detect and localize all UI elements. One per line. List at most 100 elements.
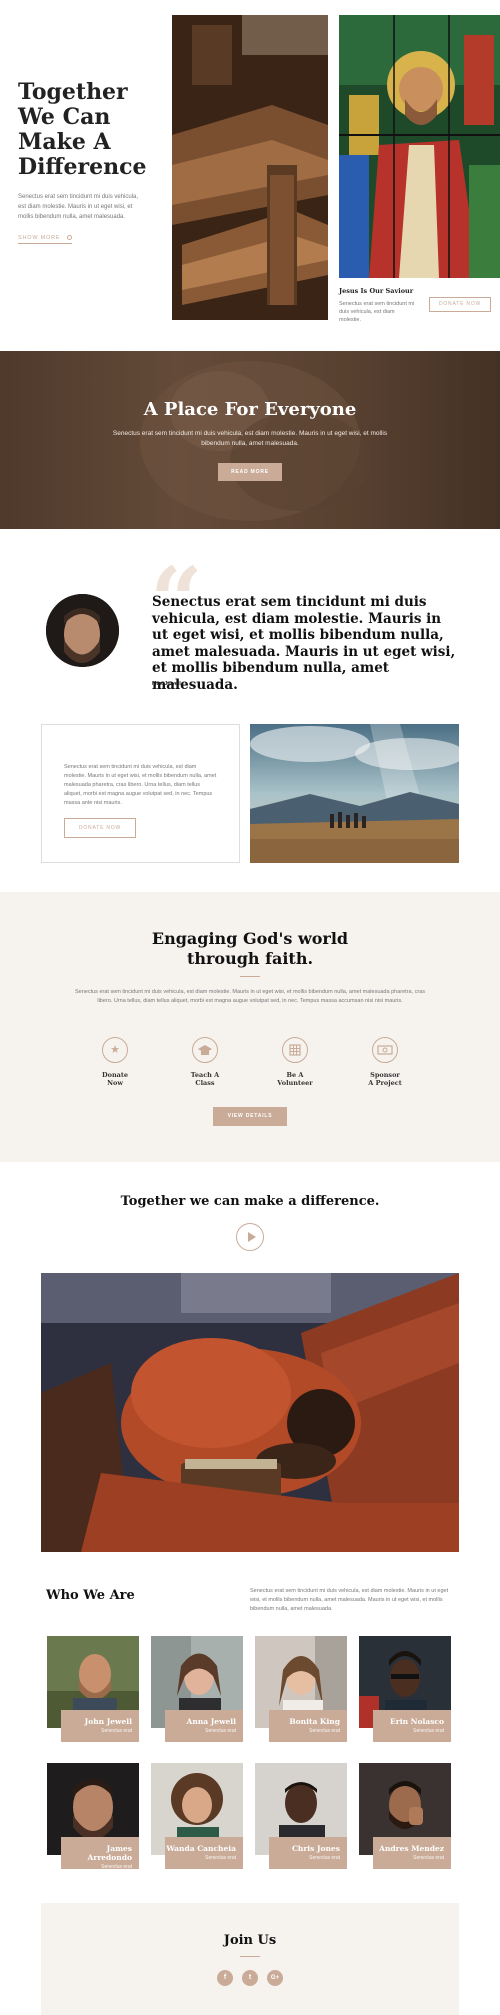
member-tag: Chris Jones Senectus erat (269, 1837, 347, 1869)
feature-label: Sponsor A Project (353, 1071, 417, 1087)
hero-title-line: Together (18, 79, 128, 105)
google-plus-icon[interactable]: G+ (267, 1970, 283, 1986)
feature-label-line: A Project (368, 1079, 402, 1087)
member-role: Senectus erat (101, 1864, 132, 1870)
team-member-card[interactable]: John Jewell Senectus erat (47, 1636, 139, 1742)
twitter-glyph: t (248, 1974, 252, 1981)
feature-donate-now[interactable]: ★ Donate Now (83, 1037, 147, 1087)
feature-label-line: Sponsor (370, 1071, 400, 1079)
donate-box-body: Senectus erat sem tincidunt mi duis vehi… (64, 764, 217, 806)
member-name: James Arredondo (87, 1844, 132, 1862)
join-section: Join Us f t G+ (41, 1903, 459, 2015)
join-divider (240, 1956, 260, 1957)
graduation-cap-icon (192, 1037, 218, 1063)
feature-label-line: Class (195, 1079, 215, 1087)
show-more-link[interactable]: SHOW MORE (18, 235, 72, 244)
pews-illustration (172, 15, 328, 320)
banner-section: A Place For Everyone Senectus erat sem t… (0, 351, 500, 529)
member-tag: Wanda Cancheia Senectus erat (165, 1837, 243, 1869)
member-role: Senectus erat (205, 1855, 236, 1861)
member-name: Andres Mendez (379, 1844, 444, 1853)
video-title: Together we can make a difference. (120, 1194, 380, 1209)
banner-body: Senectus erat sem tincidunt mi duis vehi… (112, 430, 388, 447)
quote-avatar (46, 594, 119, 667)
mountain-sunrays-illustration (250, 724, 459, 863)
hero-title-line: We Can (18, 104, 111, 130)
play-button[interactable] (236, 1223, 264, 1251)
member-role: Senectus erat (309, 1728, 340, 1734)
quote-author: Max Jewell (152, 681, 181, 687)
hero-title: Together We Can Make A Difference (18, 80, 158, 180)
member-name: Chris Jones (291, 1844, 340, 1853)
feature-label: Teach A Class (173, 1071, 237, 1087)
google-plus-glyph: G+ (270, 1975, 280, 1981)
team-body: Senectus erat sem tincidunt mi duis vehi… (250, 1588, 449, 1612)
feature-label-line: Volunteer (277, 1079, 313, 1087)
team-member-card[interactable]: Wanda Cancheia Senectus erat (151, 1763, 243, 1869)
member-tag: Andres Mendez Senectus erat (373, 1837, 451, 1869)
bearded-man-portrait (46, 594, 119, 667)
graduation-cap-glyph (198, 1045, 212, 1055)
member-role: Senectus erat (309, 1855, 340, 1861)
member-role: Senectus erat (413, 1728, 444, 1734)
card-title: Jesus Is Our Saviour (339, 287, 414, 295)
member-tag: Bonita King Senectus erat (269, 1710, 347, 1742)
praying-man-illustration (41, 1273, 459, 1552)
member-name: Anna Jewell (186, 1717, 236, 1726)
show-more-label: SHOW MORE (18, 235, 61, 241)
hero-title-line: Make A (18, 129, 111, 155)
circle-arrow-icon (66, 235, 72, 241)
engage-title-line: Engaging God's world (151, 929, 349, 948)
donate-box: Senectus erat sem tincidunt mi duis vehi… (41, 724, 240, 863)
facebook-icon[interactable]: f (217, 1970, 233, 1986)
join-title: Join Us (223, 1933, 277, 1948)
donate-now-button[interactable]: DONATE NOW (429, 297, 491, 312)
team-member-card[interactable]: James Arredondo Senectus erat (47, 1763, 139, 1870)
feature-label-line: Teach A (190, 1071, 220, 1079)
member-role: Senectus erat (101, 1728, 132, 1734)
landscape-image (250, 724, 459, 863)
engage-title: Engaging God's world through faith. (0, 929, 500, 969)
play-icon (248, 1232, 256, 1242)
member-name: Bonita King (289, 1717, 340, 1726)
donate-box-button[interactable]: DONATE NOW (64, 818, 136, 838)
calendar-grid-glyph (289, 1044, 301, 1056)
feature-teach-class[interactable]: Teach A Class (173, 1037, 237, 1087)
feature-label-line: Donate (101, 1071, 129, 1079)
quote-text: Senectus erat sem tincidunt mi duis vehi… (152, 594, 456, 693)
team-member-card[interactable]: Erin Nolasco Senectus erat (359, 1636, 451, 1742)
read-more-button[interactable]: READ MORE (218, 463, 282, 481)
star-icon: ★ (102, 1037, 128, 1063)
card-body: Senectus erat sem tincidunt mi duis vehi… (339, 301, 415, 323)
hero-title-line: Difference (18, 154, 147, 180)
team-title: Who We Are (46, 1588, 135, 1603)
engage-title-line: through faith. (186, 949, 314, 968)
member-role: Senectus erat (205, 1728, 236, 1734)
member-tag: John Jewell Senectus erat (61, 1710, 139, 1742)
member-tag: James Arredondo Senectus erat (61, 1837, 139, 1870)
feature-label-line: Now (107, 1079, 123, 1087)
money-bill-glyph (377, 1045, 393, 1055)
view-details-button[interactable]: VIEW DETAILS (213, 1107, 287, 1126)
money-bill-icon (372, 1037, 398, 1063)
engage-section: Engaging God's world through faith. Sene… (0, 892, 500, 1162)
stained-glass-illustration (339, 15, 500, 278)
feature-volunteer[interactable]: Be A Volunteer (263, 1037, 327, 1087)
team-member-card[interactable]: Andres Mendez Senectus erat (359, 1763, 451, 1869)
stained-glass-image (339, 15, 500, 278)
member-tag: Anna Jewell Senectus erat (165, 1710, 243, 1742)
member-name: John Jewell (84, 1717, 132, 1726)
engage-body: Senectus erat sem tincidunt mi duis vehi… (74, 989, 426, 1004)
feature-sponsor-project[interactable]: Sponsor A Project (353, 1037, 417, 1087)
feature-label-line: Be A (286, 1071, 304, 1079)
feature-label: Donate Now (83, 1071, 147, 1087)
twitter-icon[interactable]: t (242, 1970, 258, 1986)
team-member-card[interactable]: Anna Jewell Senectus erat (151, 1636, 243, 1742)
team-member-card[interactable]: Chris Jones Senectus erat (255, 1763, 347, 1869)
hero-body: Senectus erat sem tincidunt mi duis vehi… (18, 194, 139, 220)
calendar-grid-icon (282, 1037, 308, 1063)
member-role: Senectus erat (413, 1855, 444, 1861)
engage-divider (240, 976, 260, 977)
member-name: Wanda Cancheia (166, 1844, 236, 1853)
team-member-card[interactable]: Bonita King Senectus erat (255, 1636, 347, 1742)
